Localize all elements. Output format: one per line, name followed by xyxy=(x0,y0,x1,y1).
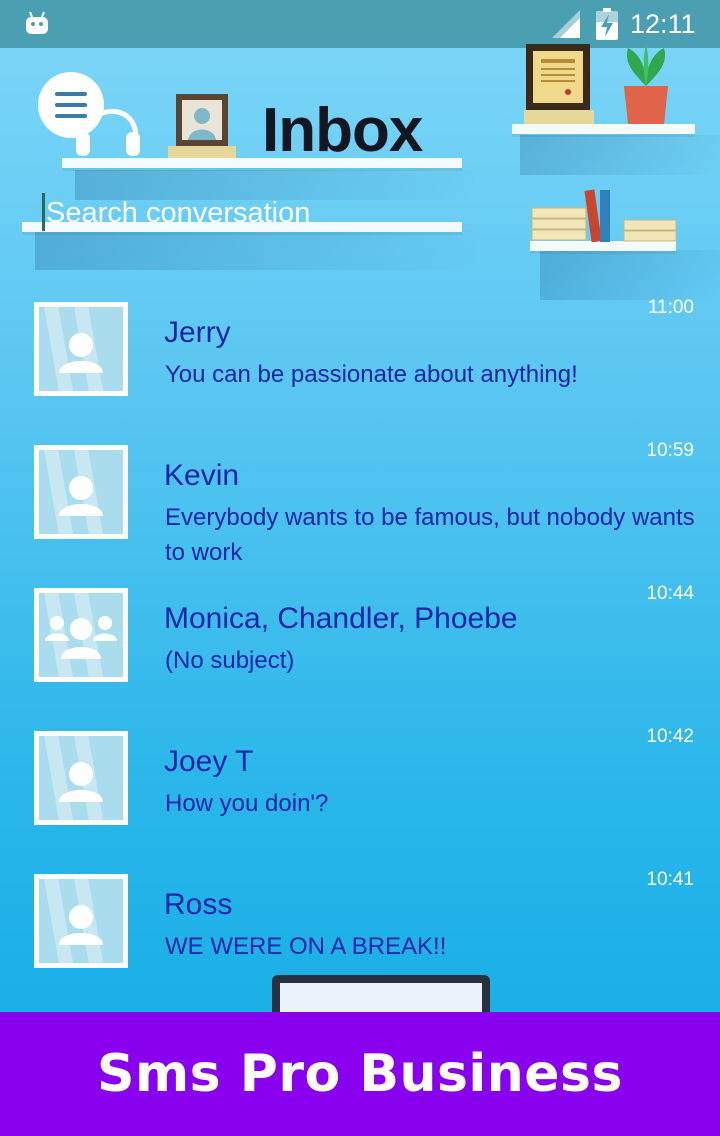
shelf-shadow xyxy=(520,135,720,175)
message-preview: (No subject) xyxy=(165,647,295,674)
single-user-icon xyxy=(34,874,128,968)
message-preview: How you doin'? xyxy=(165,790,329,817)
single-user-icon xyxy=(34,731,128,825)
contact-name: Monica, Chandler, Phoebe xyxy=(164,602,518,635)
conversation-item[interactable]: Monica, Chandler, Phoebe (No subject) 10… xyxy=(0,571,720,714)
contact-name: Joey T xyxy=(164,745,254,778)
signal-icon xyxy=(552,10,580,38)
status-time: 12:11 xyxy=(630,9,696,39)
message-preview: WE WERE ON A BREAK!! xyxy=(165,933,447,960)
status-bar: 12:11 xyxy=(0,0,720,48)
android-icon xyxy=(26,11,48,34)
message-time: 10:59 xyxy=(646,440,694,461)
shelf-books xyxy=(530,241,676,251)
books-icon xyxy=(531,189,677,242)
text-cursor xyxy=(42,193,45,231)
message-time: 10:44 xyxy=(646,583,694,604)
conversation-list: Jerry You can be passionate about anythi… xyxy=(0,285,720,1000)
shelf-shadow xyxy=(35,230,475,270)
laptop-illustration xyxy=(272,975,490,1023)
picture-frame-icon xyxy=(168,94,236,158)
contact-name: Jerry xyxy=(164,316,231,349)
message-preview: You can be passionate about anything! xyxy=(165,361,578,388)
contact-name: Kevin xyxy=(164,459,240,492)
promo-banner: Sms Pro Business xyxy=(0,1012,720,1136)
single-user-icon xyxy=(34,445,128,539)
conversation-item[interactable]: Jerry You can be passionate about anythi… xyxy=(0,285,720,428)
conversation-item[interactable]: Kevin Everybody wants to be famous, but … xyxy=(0,428,720,571)
message-preview: Everybody wants to be famous, but nobody… xyxy=(165,504,695,566)
single-user-icon xyxy=(34,302,128,396)
conversation-item[interactable]: Joey T How you doin'? 10:42 xyxy=(0,714,720,857)
battery-charging-icon xyxy=(596,8,618,40)
message-time: 10:41 xyxy=(646,869,694,890)
group-users-icon xyxy=(34,588,128,682)
banner-text: Sms Pro Business xyxy=(97,1044,623,1104)
potted-plant-icon xyxy=(624,44,668,124)
certificate-frame-icon xyxy=(524,44,594,124)
message-time: 11:00 xyxy=(647,297,694,318)
search-placeholder: Search conversation xyxy=(46,197,311,229)
menu-button[interactable] xyxy=(38,72,104,138)
message-time: 10:42 xyxy=(646,726,694,747)
contact-name: Ross xyxy=(164,888,233,921)
page-title: Inbox xyxy=(262,96,423,165)
app-screen: 12:11 Inbox Search conversation Jerry Yo… xyxy=(0,0,720,1136)
